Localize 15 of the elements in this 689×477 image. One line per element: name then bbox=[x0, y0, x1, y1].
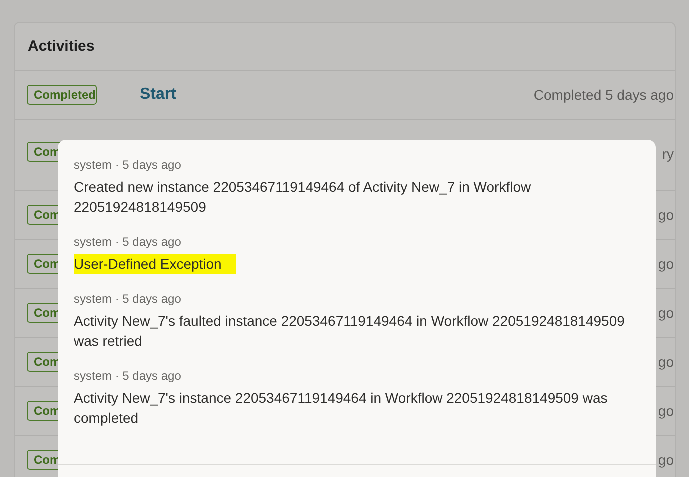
status-text: Completed 5 days ago bbox=[534, 87, 674, 103]
status-text: go bbox=[658, 207, 674, 223]
status-text: go bbox=[658, 452, 674, 468]
card-title: Activities bbox=[28, 38, 95, 55]
entry-meta: system · 5 days ago bbox=[74, 235, 182, 249]
status-text: go bbox=[658, 354, 674, 370]
status-badge: Completed bbox=[27, 85, 97, 105]
entry-meta: system · 5 days ago bbox=[74, 369, 182, 383]
status-text: go bbox=[658, 256, 674, 272]
entry-message: User-Defined Exception bbox=[74, 254, 236, 274]
status-text: go bbox=[658, 305, 674, 321]
status-text: ry bbox=[662, 146, 674, 162]
status-text: go bbox=[658, 403, 674, 419]
entry-meta: system · 5 days ago bbox=[74, 292, 182, 306]
activity-link[interactable]: Start bbox=[140, 86, 176, 104]
